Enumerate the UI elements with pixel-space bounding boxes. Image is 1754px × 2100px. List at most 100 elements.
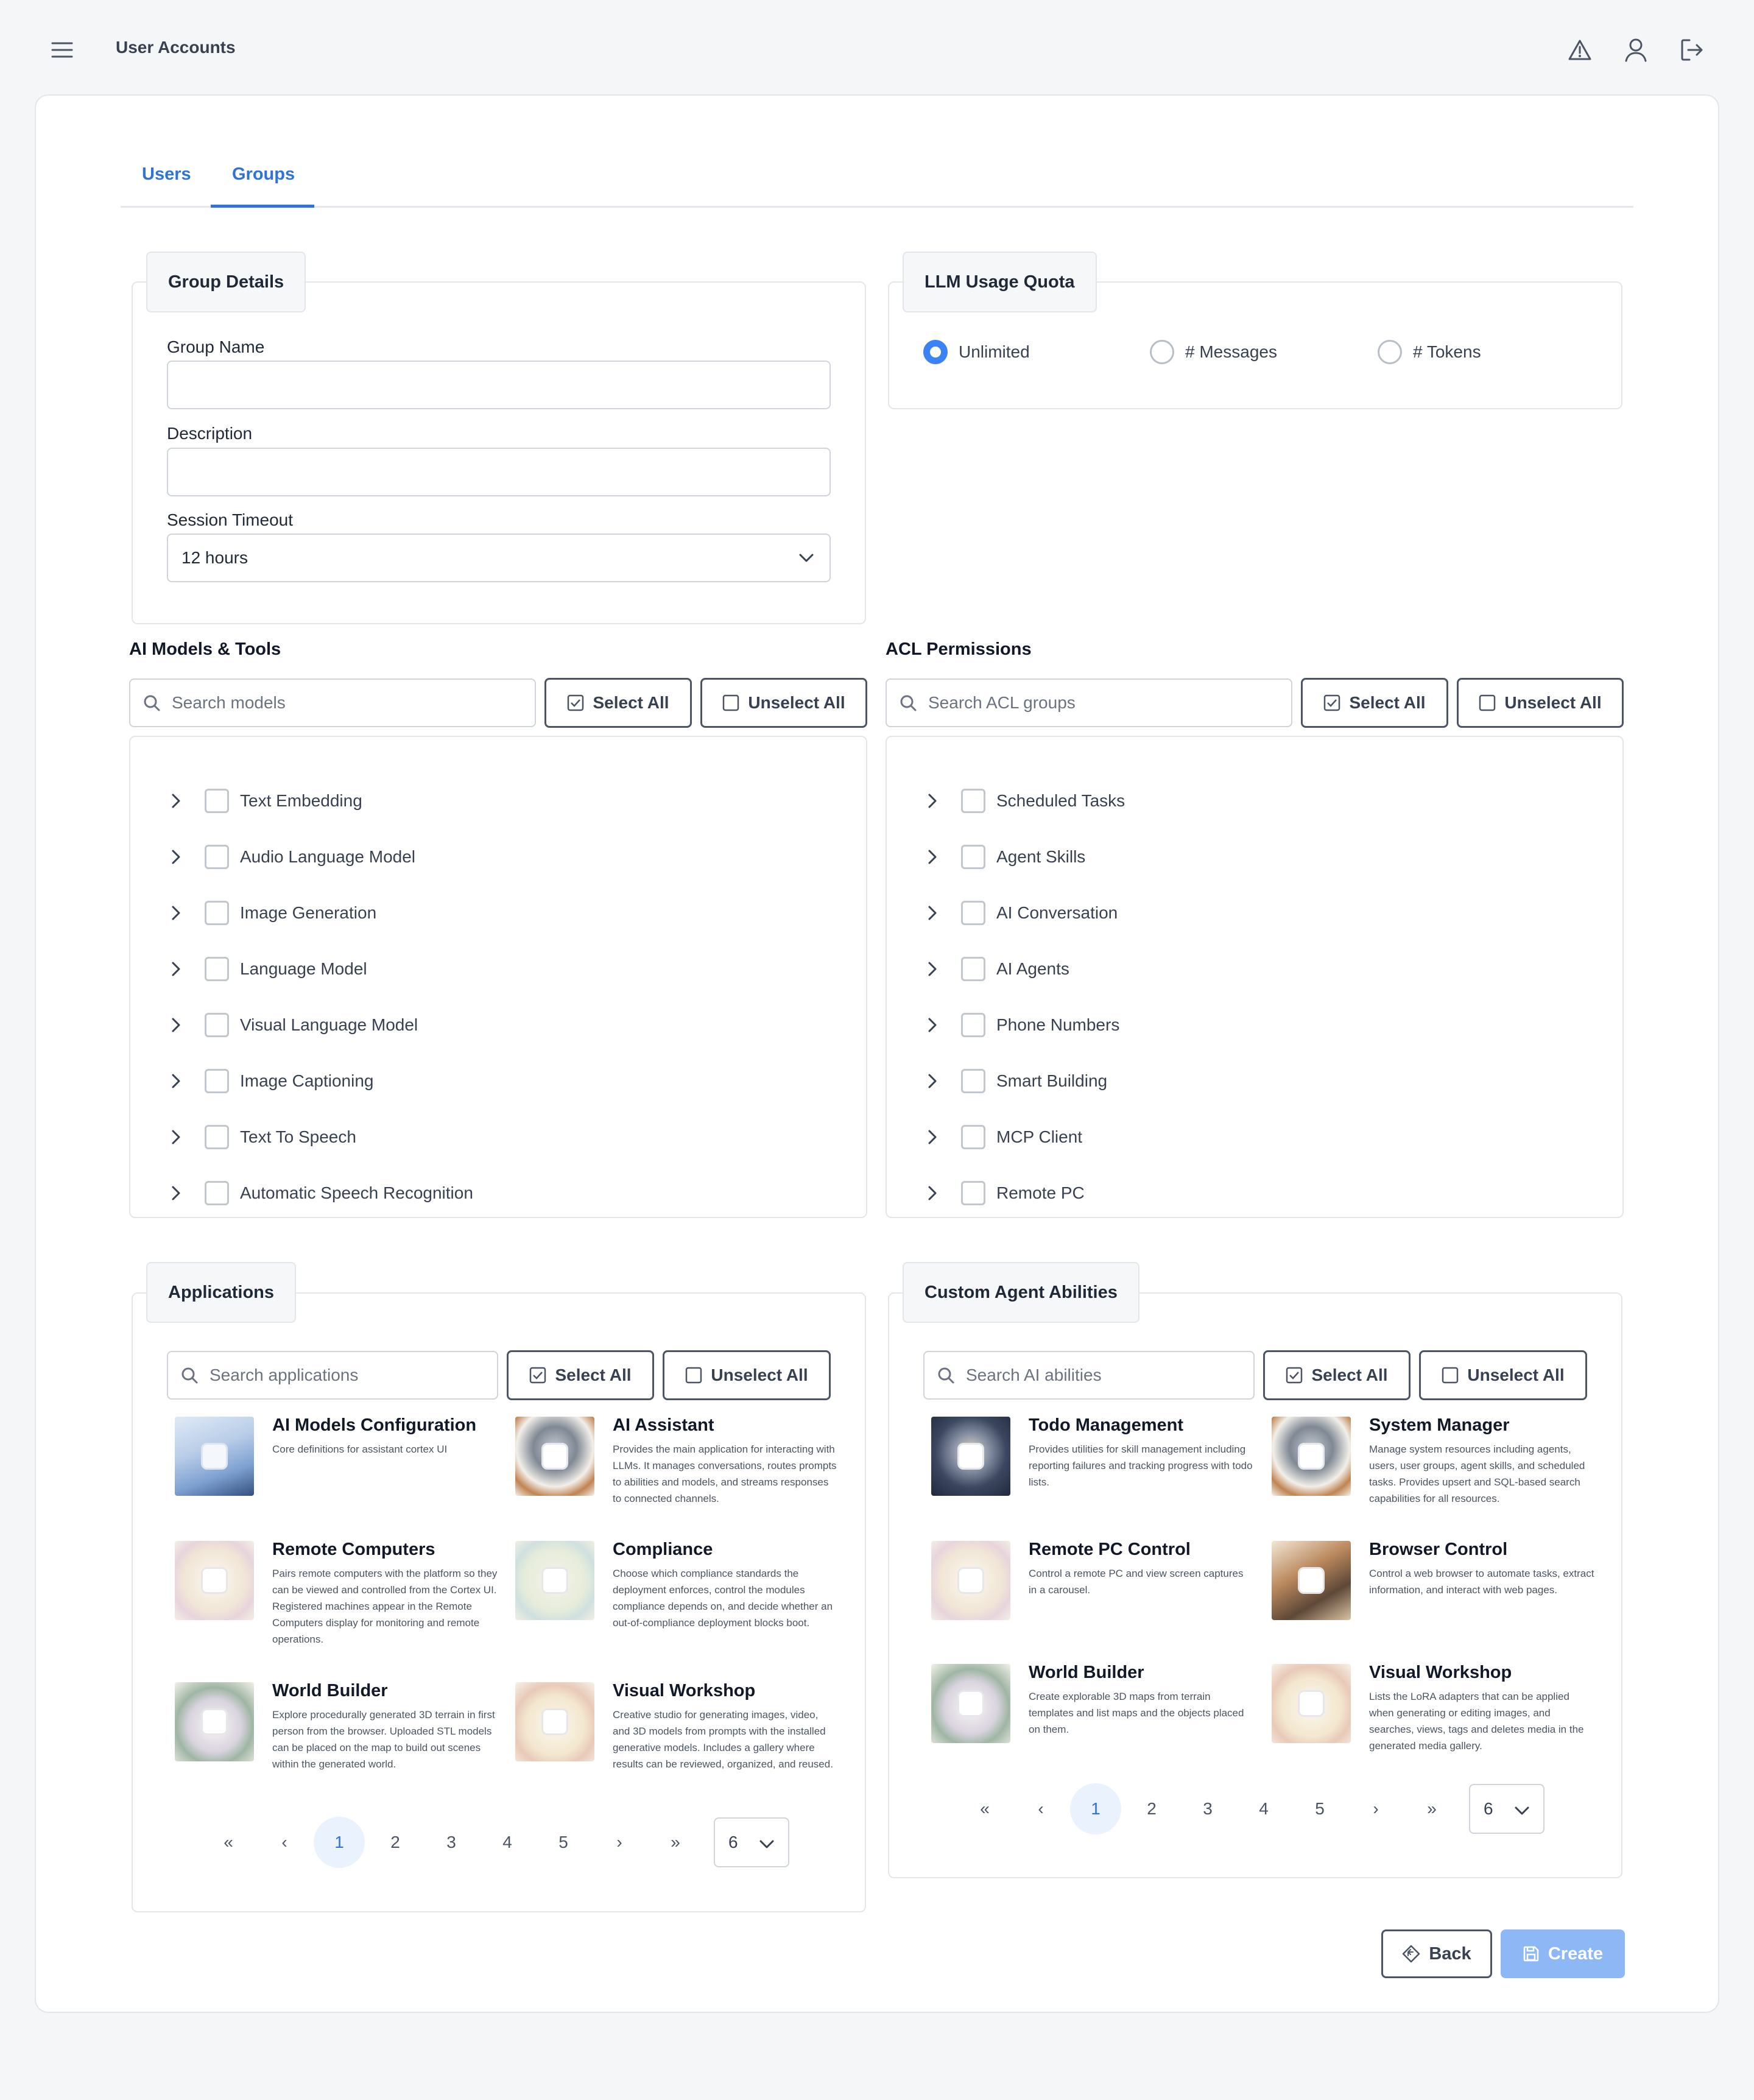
- checkbox[interactable]: [961, 1069, 985, 1093]
- tab-groups[interactable]: Groups: [232, 164, 295, 185]
- checkbox[interactable]: [205, 957, 229, 981]
- models-unselect-all-button[interactable]: Unselect All: [700, 678, 867, 728]
- acl-unselect-all-button[interactable]: Unselect All: [1457, 678, 1624, 728]
- chevron-right-icon[interactable]: [923, 1017, 942, 1033]
- last-page-button[interactable]: »: [650, 1817, 701, 1868]
- chevron-right-icon[interactable]: [167, 905, 185, 921]
- app-card[interactable]: Compliance Choose which compliance stand…: [515, 1540, 844, 1657]
- chevron-right-icon[interactable]: [167, 961, 185, 977]
- list-item[interactable]: Audio Language Model: [167, 843, 415, 871]
- list-item[interactable]: Text To Speech: [167, 1123, 356, 1151]
- checkbox[interactable]: [205, 1125, 229, 1149]
- list-item[interactable]: Scheduled Tasks: [923, 787, 1125, 815]
- chevron-right-icon[interactable]: [923, 1129, 942, 1145]
- chevron-right-icon[interactable]: [923, 849, 942, 865]
- warning-icon[interactable]: [1564, 34, 1596, 66]
- chevron-right-icon[interactable]: [923, 961, 942, 977]
- checkbox[interactable]: [205, 845, 229, 869]
- chevron-right-icon[interactable]: [167, 849, 185, 865]
- checkbox[interactable]: [205, 1069, 229, 1093]
- ability-card[interactable]: Todo Management Provides utilities for s…: [931, 1415, 1260, 1532]
- chevron-right-icon[interactable]: [923, 793, 942, 809]
- user-icon[interactable]: [1620, 34, 1652, 66]
- applications-select-all-button[interactable]: Select All: [507, 1350, 654, 1400]
- chevron-right-icon[interactable]: [167, 1017, 185, 1033]
- create-button[interactable]: Create: [1501, 1929, 1625, 1978]
- checkbox[interactable]: [205, 1181, 229, 1205]
- list-item[interactable]: MCP Client: [923, 1123, 1082, 1151]
- checkbox[interactable]: [961, 1125, 985, 1149]
- checkbox[interactable]: [205, 901, 229, 925]
- menu-icon[interactable]: [46, 34, 78, 66]
- app-card[interactable]: Remote Computers Pairs remote computers …: [175, 1540, 504, 1657]
- models-select-all-button[interactable]: Select All: [544, 678, 692, 728]
- next-page-button[interactable]: ›: [1350, 1783, 1401, 1834]
- chevron-right-icon[interactable]: [923, 1185, 942, 1201]
- list-item[interactable]: Remote PC: [923, 1179, 1085, 1207]
- list-item[interactable]: AI Agents: [923, 955, 1069, 983]
- abilities-unselect-all-button[interactable]: Unselect All: [1419, 1350, 1587, 1400]
- checkbox[interactable]: [961, 789, 985, 813]
- page-button[interactable]: 3: [1182, 1783, 1233, 1834]
- page-button[interactable]: 1: [314, 1817, 365, 1868]
- ability-card[interactable]: Visual Workshop Lists the LoRA adapters …: [1272, 1663, 1601, 1780]
- ability-card[interactable]: Browser Control Control a web browser to…: [1272, 1540, 1601, 1657]
- page-button[interactable]: 1: [1070, 1783, 1121, 1834]
- checkbox[interactable]: [961, 957, 985, 981]
- list-item[interactable]: Agent Skills: [923, 843, 1085, 871]
- back-button[interactable]: Back: [1381, 1929, 1492, 1978]
- checkbox[interactable]: [961, 845, 985, 869]
- checkbox[interactable]: [961, 1181, 985, 1205]
- page-button[interactable]: 3: [426, 1817, 477, 1868]
- applications-search[interactable]: Search applications: [167, 1351, 498, 1400]
- list-item[interactable]: Visual Language Model: [167, 1011, 418, 1039]
- chevron-right-icon[interactable]: [923, 1073, 942, 1089]
- page-button[interactable]: 2: [1126, 1783, 1177, 1834]
- page-button[interactable]: 4: [482, 1817, 533, 1868]
- abilities-select-all-button[interactable]: Select All: [1263, 1350, 1411, 1400]
- page-button[interactable]: 2: [370, 1817, 421, 1868]
- checkbox[interactable]: [205, 1013, 229, 1037]
- chevron-right-icon[interactable]: [167, 1073, 185, 1089]
- first-page-button[interactable]: «: [203, 1817, 254, 1868]
- page-size-select[interactable]: 6: [714, 1817, 789, 1867]
- group-name-input[interactable]: [167, 361, 831, 409]
- logout-icon[interactable]: [1676, 34, 1708, 66]
- first-page-button[interactable]: «: [959, 1783, 1010, 1834]
- page-size-select[interactable]: 6: [1469, 1784, 1544, 1834]
- app-card[interactable]: AI Assistant Provides the main applicati…: [515, 1415, 844, 1532]
- checkbox[interactable]: [961, 901, 985, 925]
- list-item[interactable]: Image Generation: [167, 899, 376, 927]
- list-item[interactable]: Smart Building: [923, 1067, 1107, 1095]
- chevron-right-icon[interactable]: [167, 793, 185, 809]
- list-item[interactable]: Image Captioning: [167, 1067, 373, 1095]
- tab-users[interactable]: Users: [142, 164, 191, 185]
- chevron-right-icon[interactable]: [167, 1185, 185, 1201]
- prev-page-button[interactable]: ‹: [259, 1817, 310, 1868]
- page-button[interactable]: 5: [538, 1817, 589, 1868]
- list-item[interactable]: Text Embedding: [167, 787, 362, 815]
- chevron-right-icon[interactable]: [167, 1129, 185, 1145]
- page-button[interactable]: 5: [1294, 1783, 1345, 1834]
- ability-card[interactable]: World Builder Create explorable 3D maps …: [931, 1663, 1260, 1780]
- page-button[interactable]: 4: [1238, 1783, 1289, 1834]
- ability-card[interactable]: System Manager Manage system resources i…: [1272, 1415, 1601, 1532]
- app-card[interactable]: AI Models Configuration Core definitions…: [175, 1415, 504, 1532]
- checkbox[interactable]: [961, 1013, 985, 1037]
- applications-unselect-all-button[interactable]: Unselect All: [663, 1350, 831, 1400]
- prev-page-button[interactable]: ‹: [1015, 1783, 1066, 1834]
- acl-select-all-button[interactable]: Select All: [1301, 678, 1448, 728]
- list-item[interactable]: Automatic Speech Recognition: [167, 1179, 473, 1207]
- chevron-right-icon[interactable]: [923, 905, 942, 921]
- acl-search[interactable]: Search ACL groups: [886, 678, 1292, 727]
- app-card[interactable]: World Builder Explore procedurally gener…: [175, 1681, 504, 1798]
- last-page-button[interactable]: »: [1406, 1783, 1457, 1834]
- abilities-search[interactable]: Search AI abilities: [923, 1351, 1255, 1400]
- description-input[interactable]: [167, 448, 831, 496]
- radio-unlimited[interactable]: Unlimited: [923, 340, 1030, 364]
- session-timeout-select[interactable]: 12 hours: [167, 534, 831, 582]
- next-page-button[interactable]: ›: [594, 1817, 645, 1868]
- app-card[interactable]: Visual Workshop Creative studio for gene…: [515, 1681, 844, 1798]
- list-item[interactable]: Phone Numbers: [923, 1011, 1119, 1039]
- radio-messages[interactable]: # Messages: [1150, 340, 1277, 364]
